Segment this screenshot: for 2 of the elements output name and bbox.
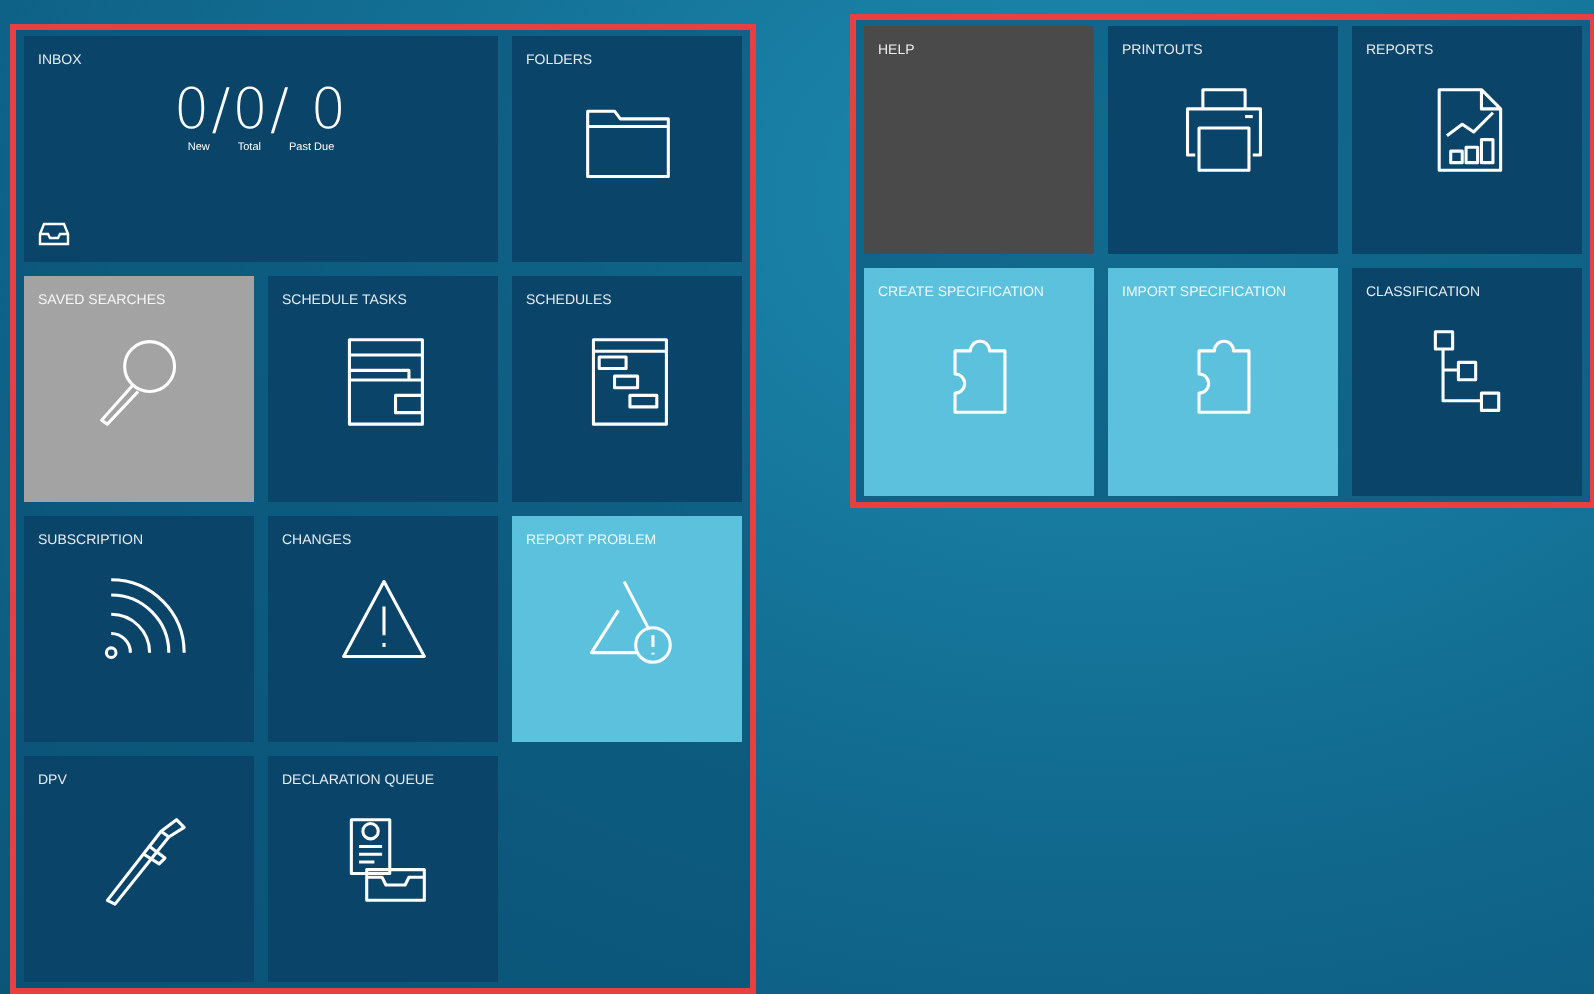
inbox-counts: 0/0/ 0 [173,76,349,142]
tray-icon [38,222,70,246]
